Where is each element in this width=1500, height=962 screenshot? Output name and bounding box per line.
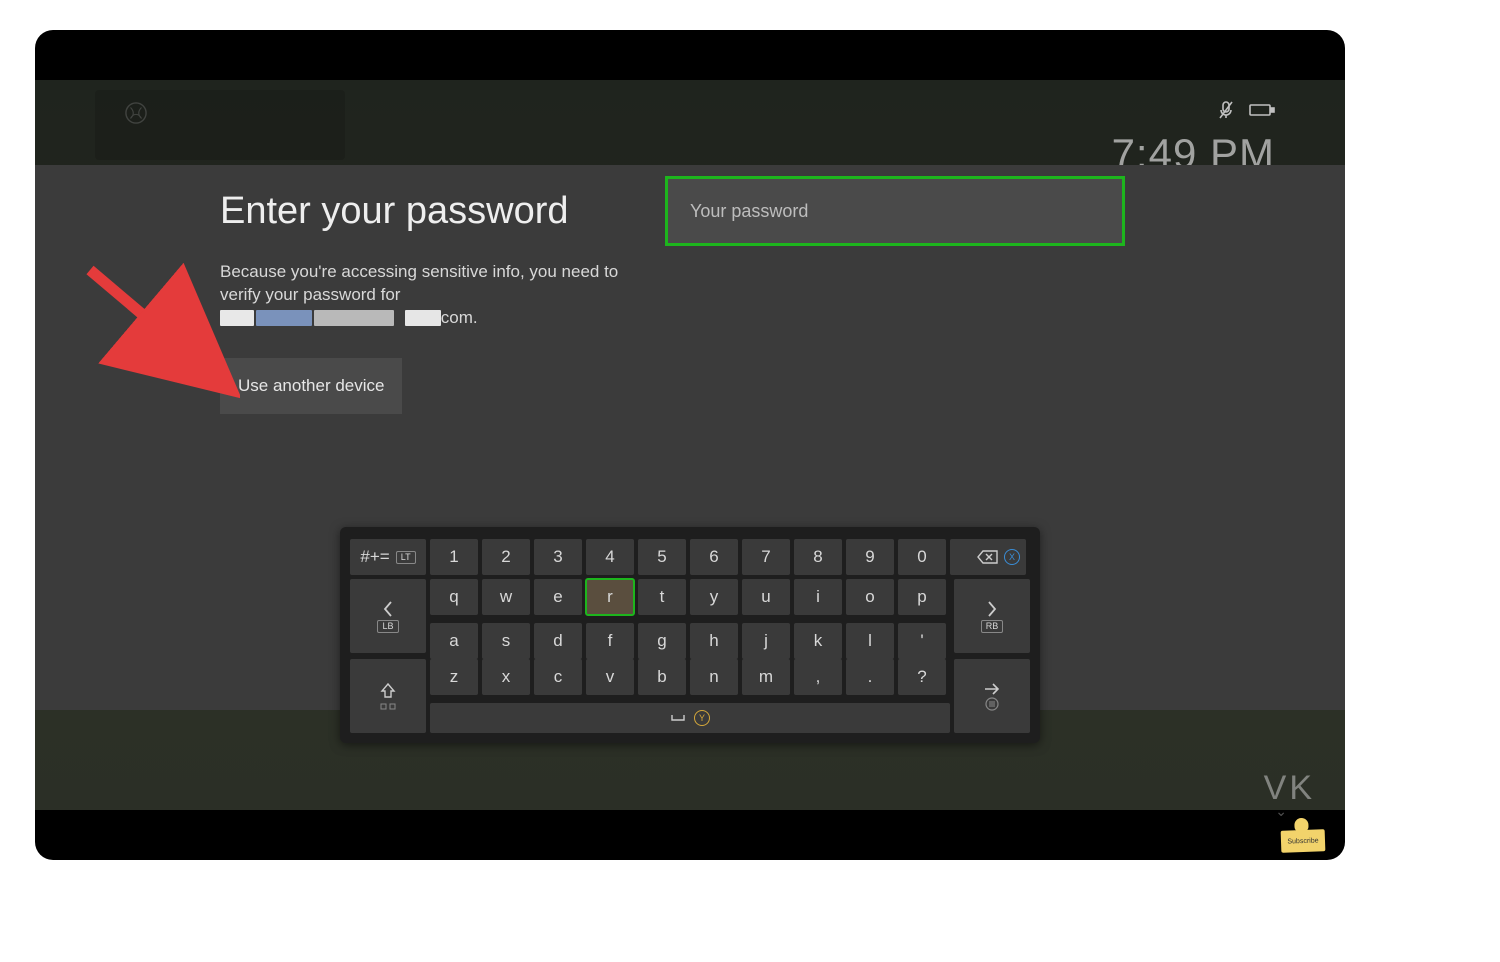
key-period[interactable]: .	[846, 659, 894, 695]
key-l[interactable]: l	[846, 623, 894, 659]
key-c[interactable]: c	[534, 659, 582, 695]
battery-icon	[1249, 102, 1275, 123]
key-e[interactable]: e	[534, 579, 582, 615]
chevron-right-icon	[985, 599, 999, 619]
use-another-device-button[interactable]: Use another device	[220, 358, 402, 414]
dialog-title: Enter your password	[220, 190, 660, 233]
key-8[interactable]: 8	[794, 539, 842, 575]
redacted-segment	[314, 310, 394, 326]
symbols-label: #+=	[360, 547, 389, 567]
key-5[interactable]: 5	[638, 539, 686, 575]
key-g[interactable]: g	[638, 623, 686, 659]
chevron-left-icon	[381, 599, 395, 619]
key-u[interactable]: u	[742, 579, 790, 615]
key-x[interactable]: x	[482, 659, 530, 695]
symbols-key[interactable]: #+= LT	[350, 539, 426, 575]
key-3[interactable]: 3	[534, 539, 582, 575]
backspace-key[interactable]: X	[950, 539, 1026, 575]
redacted-segment	[220, 310, 254, 326]
key-9[interactable]: 9	[846, 539, 894, 575]
key-p[interactable]: p	[898, 579, 946, 615]
caps-indicator-icon	[378, 701, 398, 711]
key-d[interactable]: d	[534, 623, 582, 659]
spacebar-key[interactable]: Y	[430, 703, 950, 733]
password-placeholder: Your password	[690, 201, 808, 222]
key-w[interactable]: w	[482, 579, 530, 615]
shift-key[interactable]	[350, 659, 426, 733]
enter-key[interactable]	[954, 659, 1030, 733]
rb-badge: RB	[981, 620, 1004, 633]
key-z[interactable]: z	[430, 659, 478, 695]
menu-circle-icon	[985, 697, 999, 711]
key-i[interactable]: i	[794, 579, 842, 615]
key-v[interactable]: v	[586, 659, 634, 695]
lb-badge: LB	[377, 620, 398, 633]
key-question[interactable]: ?	[898, 659, 946, 695]
key-r[interactable]: r	[586, 579, 634, 615]
key-f[interactable]: f	[586, 623, 634, 659]
space-icon	[670, 713, 686, 723]
key-y[interactable]: y	[690, 579, 738, 615]
key-7[interactable]: 7	[742, 539, 790, 575]
key-h[interactable]: h	[690, 623, 738, 659]
screenshot-frame: 7:49 PM Enter your password Because you'…	[35, 30, 1345, 860]
subscribe-sticker: Subscribe	[1281, 829, 1326, 853]
enter-arrow-icon	[982, 682, 1002, 696]
key-a[interactable]: a	[430, 623, 478, 659]
key-k[interactable]: k	[794, 623, 842, 659]
dialog-desc-post: com.	[441, 308, 478, 327]
cursor-right-key[interactable]: RB	[954, 579, 1030, 653]
mic-muted-icon	[1217, 100, 1235, 125]
dialog-desc-pre: Because you're accessing sensitive info,…	[220, 262, 618, 304]
key-s[interactable]: s	[482, 623, 530, 659]
key-1[interactable]: 1	[430, 539, 478, 575]
key-q[interactable]: q	[430, 579, 478, 615]
key-4[interactable]: 4	[586, 539, 634, 575]
watermark-caret-icon: ⌄	[1275, 803, 1287, 820]
redacted-segment	[256, 310, 312, 326]
onscreen-keyboard: #+= LT 1 2 3 4 5 6 7 8 9 0 X LB	[340, 527, 1040, 743]
background-card	[95, 90, 345, 160]
key-o[interactable]: o	[846, 579, 894, 615]
key-0[interactable]: 0	[898, 539, 946, 575]
key-m[interactable]: m	[742, 659, 790, 695]
key-apostrophe[interactable]: '	[898, 623, 946, 659]
x-button-badge: X	[1004, 549, 1020, 565]
key-2[interactable]: 2	[482, 539, 530, 575]
key-comma[interactable]: ,	[794, 659, 842, 695]
key-j[interactable]: j	[742, 623, 790, 659]
backspace-icon	[977, 549, 999, 565]
dialog-description: Because you're accessing sensitive info,…	[220, 261, 660, 330]
key-6[interactable]: 6	[690, 539, 738, 575]
key-t[interactable]: t	[638, 579, 686, 615]
xbox-logo-icon	[125, 102, 147, 124]
key-n[interactable]: n	[690, 659, 738, 695]
key-b[interactable]: b	[638, 659, 686, 695]
y-button-badge: Y	[694, 710, 710, 726]
redacted-segment	[405, 310, 441, 326]
lt-badge: LT	[396, 551, 416, 564]
watermark: VK	[1264, 769, 1315, 808]
password-input[interactable]: Your password	[665, 176, 1125, 246]
shift-arrow-icon	[379, 682, 397, 700]
cursor-left-key[interactable]: LB	[350, 579, 426, 653]
